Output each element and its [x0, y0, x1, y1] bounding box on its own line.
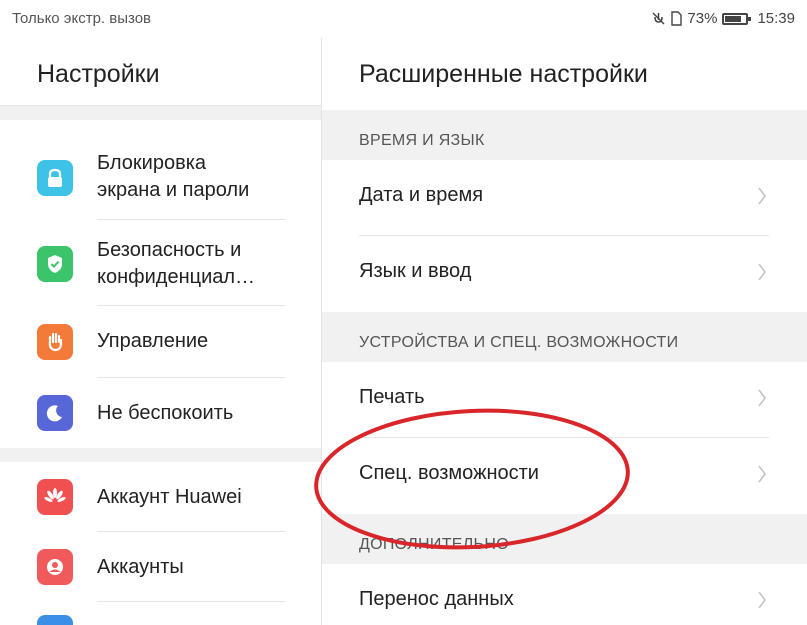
battery-icon	[722, 12, 752, 25]
row-label: Перенос данных	[359, 588, 514, 610]
chevron-right-icon	[758, 187, 766, 205]
sidebar-item-label: Безопасность и конфиденциал…	[97, 239, 256, 288]
sidebar-item-do-not-disturb[interactable]: Не беспокоить	[0, 378, 321, 448]
sidebar-item-management[interactable]: Управление	[0, 306, 321, 378]
sidebar-item-label: Не беспокоить	[97, 402, 234, 424]
sidebar-item-label: Аккаунт Huawei	[97, 486, 242, 508]
row-language-input[interactable]: Язык и ввод	[322, 236, 807, 312]
sim-icon	[671, 11, 683, 26]
hand-icon	[37, 324, 73, 360]
row-accessibility[interactable]: Спец. возможности	[322, 438, 807, 514]
chevron-right-icon	[758, 263, 766, 281]
sidebar-item-huawei-account[interactable]: Аккаунт Huawei	[0, 462, 321, 532]
clock: 15:39	[757, 10, 795, 27]
sidebar-item-partial[interactable]	[0, 602, 321, 625]
row-label: Язык и ввод	[359, 260, 472, 282]
account-icon	[37, 549, 73, 585]
row-label: Спец. возможности	[359, 462, 539, 484]
sidebar-group-gap	[0, 448, 321, 462]
row-label: Печать	[359, 386, 425, 408]
row-printing[interactable]: Печать	[322, 362, 807, 438]
sidebar-item-label: Управление	[97, 330, 209, 352]
status-icons: 73% 15:39	[651, 10, 795, 27]
row-label: Дата и время	[359, 184, 484, 206]
settings-sidebar: Настройки Блокировка экрана и пароли Безо…	[0, 38, 321, 625]
chevron-right-icon	[758, 389, 766, 407]
chevron-right-icon	[758, 465, 766, 483]
sidebar-title: Настройки	[37, 60, 160, 88]
sidebar-item-lock-screen[interactable]: Блокировка экрана и пароли	[0, 122, 321, 220]
advanced-settings-panel: Расширенные настройки ВРЕМЯ И ЯЗЫК Дата …	[322, 38, 807, 625]
status-bar: Только экстр. вызов 73% 15:39	[0, 0, 807, 38]
lock-icon	[37, 160, 73, 196]
page-title: Расширенные настройки	[359, 60, 648, 88]
section-header: ВРЕМЯ И ЯЗЫК	[322, 110, 807, 160]
carrier-text: Только экстр. вызов	[12, 10, 152, 27]
settings-icon	[37, 615, 73, 625]
row-date-time[interactable]: Дата и время	[322, 160, 807, 236]
row-data-transfer[interactable]: Перенос данных	[322, 564, 807, 625]
section-header: ДОПОЛНИТЕЛЬНО	[322, 514, 807, 564]
sidebar-group-gap	[0, 106, 321, 120]
shield-icon	[37, 246, 73, 282]
battery-percent: 73%	[687, 10, 718, 27]
huawei-icon	[37, 479, 73, 515]
section-header: УСТРОЙСТВА И СПЕЦ. ВОЗМОЖНОСТИ	[322, 312, 807, 362]
sidebar-item-security[interactable]: Безопасность и конфиденциал…	[0, 220, 321, 306]
chevron-right-icon	[758, 591, 766, 609]
moon-icon	[37, 395, 73, 431]
sidebar-item-label: Блокировка экрана и пароли	[97, 152, 250, 201]
mute-icon	[652, 12, 665, 25]
sidebar-item-accounts[interactable]: Аккаунты	[0, 532, 321, 602]
sidebar-item-label: Аккаунты	[97, 556, 184, 578]
